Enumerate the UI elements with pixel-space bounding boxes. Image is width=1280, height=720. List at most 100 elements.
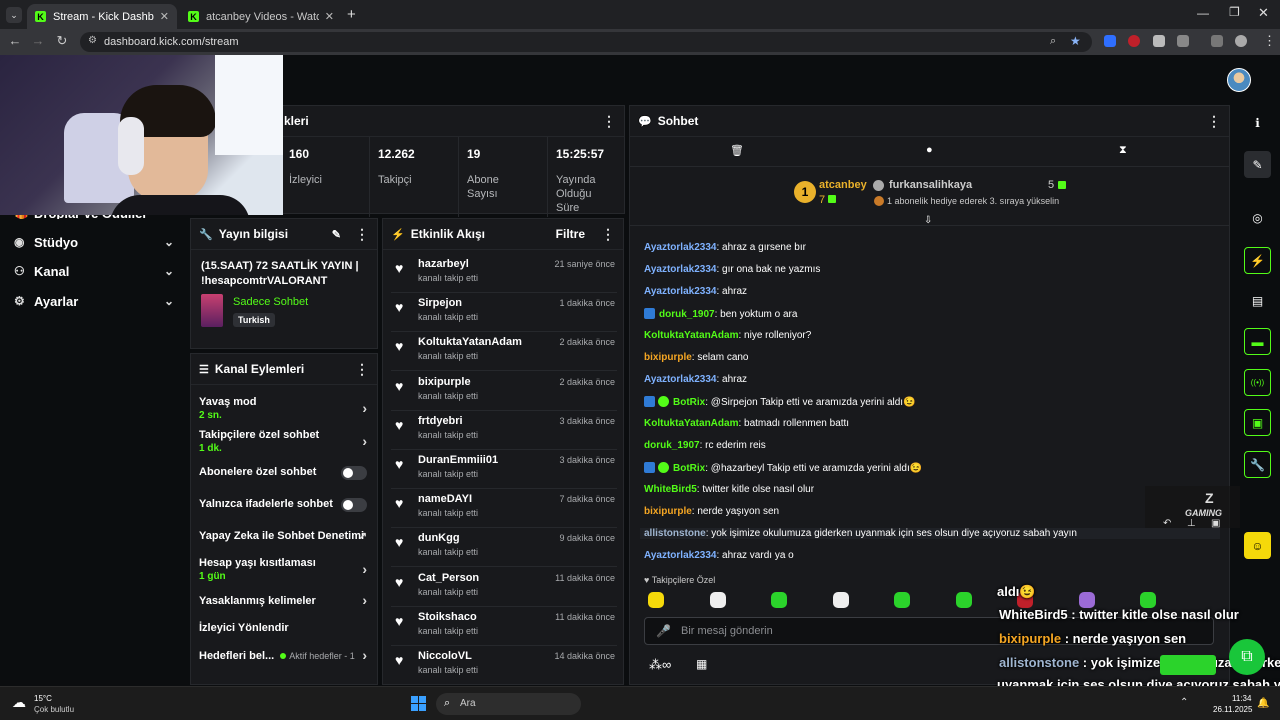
emote-icon[interactable] bbox=[1140, 592, 1156, 608]
taskbar-search[interactable]: ⌕ Ara bbox=[436, 693, 581, 715]
event-item[interactable]: ♥ nameDAYI kanalı takip etti 7 dakika önce bbox=[391, 489, 617, 529]
chat-username[interactable]: bixipurple bbox=[644, 352, 692, 363]
more-options-icon[interactable]: ⋮ bbox=[601, 226, 615, 243]
emote-icon[interactable] bbox=[709, 592, 726, 608]
system-tray-icon[interactable]: ⌃ bbox=[1180, 697, 1188, 708]
avatar[interactable] bbox=[1227, 68, 1251, 92]
event-item[interactable]: ♥ bixipurple kanalı takip etti 2 dakika önc… bbox=[391, 372, 617, 411]
site-info-icon[interactable]: ⚙ bbox=[88, 35, 97, 46]
sidebar-item-studio[interactable]: ◉ Stüdyo ⌄ bbox=[14, 232, 174, 252]
restore-button[interactable]: ❐ bbox=[1229, 5, 1240, 19]
chat-message[interactable]: doruk_1907: rc ederim reis bbox=[644, 440, 766, 451]
followers-only-row[interactable]: Takipçilere özel sohbet 1 dk. › bbox=[199, 429, 369, 454]
more-options-icon[interactable]: ⋮ bbox=[355, 226, 369, 243]
slow-mode-row[interactable]: Yavaş mod 2 sn. › bbox=[199, 396, 369, 421]
back-icon[interactable]: ← bbox=[6, 33, 24, 48]
chat-username[interactable]: allistonstone bbox=[644, 528, 706, 539]
store-icon[interactable]: ▦ bbox=[696, 657, 707, 671]
start-icon[interactable] bbox=[411, 696, 426, 711]
chat-toggle-icon[interactable]: ● bbox=[926, 144, 933, 156]
close-tab-icon[interactable]: ✕ bbox=[325, 10, 334, 23]
reload-icon[interactable]: ↻ bbox=[53, 33, 71, 49]
reading-list-icon[interactable] bbox=[1211, 35, 1223, 47]
chat-username[interactable]: Ayaztorlak2334 bbox=[644, 264, 716, 275]
chat-username[interactable]: Ayaztorlak2334 bbox=[644, 550, 716, 561]
emote-icon[interactable] bbox=[771, 592, 787, 608]
ai-moderation-row[interactable]: Yapay Zeka ile Sohbet Denetimi ↗ bbox=[199, 530, 369, 542]
minimize-button[interactable]: — bbox=[1197, 6, 1209, 20]
emote-icon[interactable] bbox=[648, 592, 664, 608]
delete-icon[interactable]: ▣ bbox=[1211, 518, 1220, 529]
scroll-down-icon[interactable]: ⇩ bbox=[924, 215, 932, 226]
chat-message[interactable]: allistonstone: yok işimize okulumuza gid… bbox=[640, 528, 1220, 539]
event-item[interactable]: ♥ Cat_Person kanalı takip etti 11 dakika ön… bbox=[391, 568, 617, 607]
tab-stream-dashboard[interactable]: K Stream - Kick Dashboard ✕ bbox=[27, 4, 177, 29]
chat-message[interactable]: BotRix: @Sirpejon Takip etti ve aramızda… bbox=[644, 396, 916, 408]
emote-icon[interactable] bbox=[832, 592, 849, 608]
chat-message[interactable]: Ayaztorlak2334: ahraz bbox=[644, 374, 747, 385]
chat-username[interactable]: KoltuktaYatanAdam bbox=[644, 330, 738, 341]
account-age-row[interactable]: Hesap yaşı kısıtlaması 1 gün › bbox=[199, 557, 369, 582]
extension-icon[interactable] bbox=[1104, 35, 1116, 47]
chat-message[interactable]: BotRix: @hazarbeyl Takip etti ve aramızd… bbox=[644, 462, 922, 474]
close-tab-icon[interactable]: ✕ bbox=[160, 10, 169, 23]
zoom-icon[interactable]: ⌕ bbox=[1050, 35, 1056, 48]
chat-username[interactable]: Ayaztorlak2334 bbox=[644, 286, 716, 297]
forward-icon[interactable]: → bbox=[29, 33, 47, 48]
new-tab-button[interactable]: + bbox=[347, 6, 356, 23]
event-item[interactable]: ♥ Sirpejon kanalı takip etti 1 dakika önce bbox=[391, 293, 617, 333]
profile-icon[interactable] bbox=[1235, 35, 1247, 47]
extension-icon[interactable] bbox=[1153, 35, 1165, 47]
live-indicator-icon[interactable]: ⧉ bbox=[1229, 639, 1265, 675]
more-options-icon[interactable]: ⋮ bbox=[1207, 113, 1221, 130]
event-item[interactable]: ♥ KoltuktaYatanAdam kanalı takip etti 2 dak… bbox=[391, 332, 617, 372]
chat-icon[interactable]: ▬ bbox=[1244, 328, 1271, 355]
edit-icon[interactable]: ✎ bbox=[1244, 151, 1271, 178]
event-item[interactable]: ♥ frtdyebri kanalı takip etti 3 dakika önce bbox=[391, 411, 617, 450]
chat-username[interactable]: KoltuktaYatanAdam bbox=[644, 418, 738, 429]
undo-icon[interactable]: ↶ bbox=[1163, 518, 1171, 529]
chat-username[interactable]: Ayaztorlak2334 bbox=[644, 374, 716, 385]
chat-message[interactable]: WhiteBird5: twitter kitle olse nasıl olu… bbox=[644, 484, 814, 495]
event-item[interactable]: ♥ hazarbeyl kanalı takip etti 21 saniye önc… bbox=[391, 254, 617, 293]
tab-videos[interactable]: K atcanbey Videos - Watch On-De ✕ bbox=[180, 4, 342, 29]
chat-username[interactable]: doruk_1907 bbox=[659, 309, 715, 320]
wrench-icon[interactable]: 🔧 bbox=[1244, 451, 1271, 478]
extension-icon[interactable] bbox=[1128, 35, 1140, 47]
extensions-puzzle-icon[interactable] bbox=[1177, 35, 1189, 47]
event-item[interactable]: ♥ Stoikshaco kanalı takip etti 11 dakika ön… bbox=[391, 607, 617, 646]
redirect-viewers-row[interactable]: İzleyici Yönlendir bbox=[199, 622, 369, 634]
chat-message[interactable]: Ayaztorlak2334: ahraz vardı ya o bbox=[644, 550, 794, 561]
pin-icon[interactable]: ⊥ bbox=[1187, 518, 1196, 529]
chat-message[interactable]: KoltuktaYatanAdam: niye rolleniyor? bbox=[644, 330, 811, 341]
more-options-icon[interactable]: ⋮ bbox=[355, 361, 369, 378]
sticker-icon[interactable]: ☺ bbox=[1244, 532, 1271, 559]
camera-icon[interactable]: ◎ bbox=[1244, 204, 1271, 231]
category-thumbnail[interactable] bbox=[201, 294, 223, 327]
weather-icon[interactable]: ☁ bbox=[12, 694, 26, 711]
emote-icon[interactable] bbox=[1078, 592, 1095, 608]
address-bar[interactable]: ⚙ dashboard.kick.com/stream ⌕ ★ bbox=[80, 32, 1092, 52]
close-window-button[interactable]: ✕ bbox=[1258, 5, 1269, 21]
goals-row[interactable]: Hedefleri bel... Aktif hedefler - 1 › bbox=[199, 647, 369, 663]
chat-message[interactable]: bixipurple: selam cano bbox=[644, 352, 749, 363]
trash-icon[interactable]: 🗑 bbox=[730, 144, 744, 157]
event-item[interactable]: ♥ DuranEmmiii01 kanalı takip etti 3 dakika … bbox=[391, 450, 617, 489]
sidebar-item-channel[interactable]: ⚇ Kanal ⌄ bbox=[14, 261, 174, 281]
chat-username[interactable]: bixipurple bbox=[644, 506, 692, 517]
event-item[interactable]: ♥ dunKgg kanalı takip etti 9 dakika önce bbox=[391, 528, 617, 568]
emote-picker-icon[interactable]: ⁂∞ bbox=[649, 657, 671, 673]
more-options-icon[interactable]: ⋮ bbox=[602, 113, 616, 130]
notes-icon[interactable]: ▤ bbox=[1244, 287, 1271, 314]
category-link[interactable]: Sadece Sohbet bbox=[233, 296, 308, 308]
bolt-icon[interactable]: ⚡ bbox=[1244, 247, 1271, 274]
chat-message[interactable]: Ayaztorlak2334: gır ona bak ne yazmıs bbox=[644, 264, 820, 275]
hourglass-icon[interactable]: ⧗ bbox=[1119, 144, 1127, 157]
chat-username[interactable]: BotRix bbox=[673, 397, 705, 408]
filter-button[interactable]: Filtre bbox=[556, 227, 585, 241]
emote-icon[interactable] bbox=[955, 592, 972, 608]
chat-message[interactable]: Ayaztorlak2334: ahraz bbox=[644, 286, 747, 297]
chat-message[interactable]: bixipurple: nerde yaşıyon sen bbox=[644, 506, 779, 517]
tab-list-icon[interactable]: ⌄ bbox=[6, 7, 22, 23]
banned-words-row[interactable]: Yasaklanmış kelimeler › bbox=[199, 592, 369, 608]
